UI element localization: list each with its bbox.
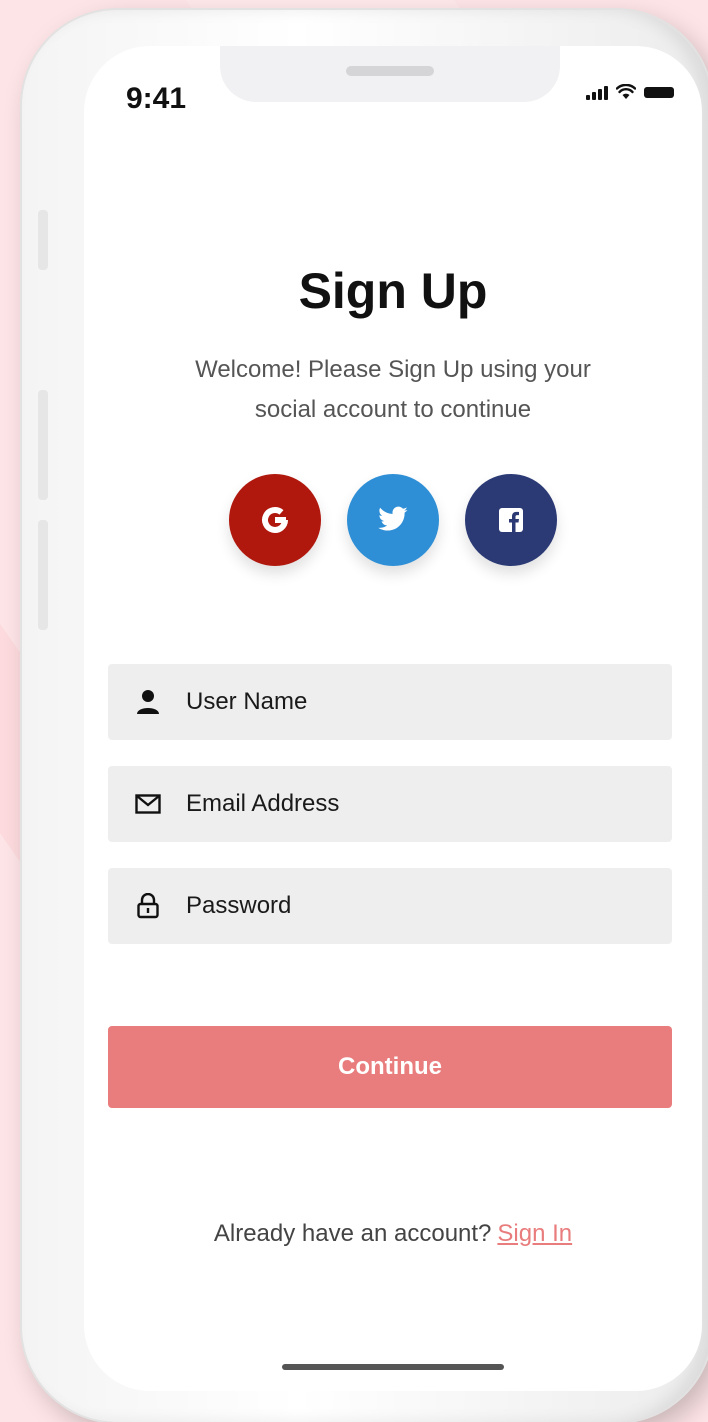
- user-icon: [128, 689, 168, 715]
- facebook-signup-button[interactable]: [465, 474, 557, 566]
- google-icon: [262, 507, 288, 533]
- google-signup-button[interactable]: [229, 474, 321, 566]
- signal-icon: [586, 86, 608, 100]
- status-time: 9:41: [126, 82, 187, 115]
- lock-icon: [128, 893, 168, 919]
- subtitle-line: social account to continue: [254, 396, 532, 423]
- social-buttons: [84, 474, 702, 566]
- mail-icon: [128, 794, 168, 814]
- username-placeholder: User Name: [186, 688, 308, 715]
- phone-side-button: [38, 210, 48, 270]
- phone-side-button: [38, 520, 48, 630]
- phone-frame: 9:41 Sign Up Welcome! Please Sign Up usi…: [22, 10, 708, 1422]
- password-placeholder: Password: [186, 892, 292, 919]
- signin-link[interactable]: Sign In: [497, 1220, 572, 1247]
- continue-button[interactable]: Continue: [108, 1026, 672, 1108]
- email-field[interactable]: Email Address: [108, 766, 672, 842]
- twitter-signup-button[interactable]: [347, 474, 439, 566]
- wifi-icon: [616, 84, 636, 99]
- speaker: [346, 66, 434, 76]
- username-field[interactable]: User Name: [108, 664, 672, 740]
- subtitle-line: Welcome! Please Sign Up using your: [195, 356, 591, 383]
- signin-prompt: Already have an account? Sign In: [84, 1220, 702, 1248]
- status-icons: [586, 78, 674, 100]
- page-subtitle: Welcome! Please Sign Up using your socia…: [164, 350, 622, 430]
- email-placeholder: Email Address: [186, 790, 340, 817]
- home-indicator: [282, 1364, 504, 1370]
- facebook-icon: [499, 508, 523, 532]
- page-title: Sign Up: [298, 263, 488, 319]
- twitter-icon: [378, 506, 408, 531]
- notch: [220, 46, 560, 102]
- phone-screen: 9:41 Sign Up Welcome! Please Sign Up usi…: [84, 46, 702, 1391]
- password-field[interactable]: Password: [108, 868, 672, 944]
- signin-prompt-text: Already have an account?: [213, 1220, 492, 1247]
- battery-icon: [644, 87, 674, 98]
- phone-side-button: [38, 390, 48, 500]
